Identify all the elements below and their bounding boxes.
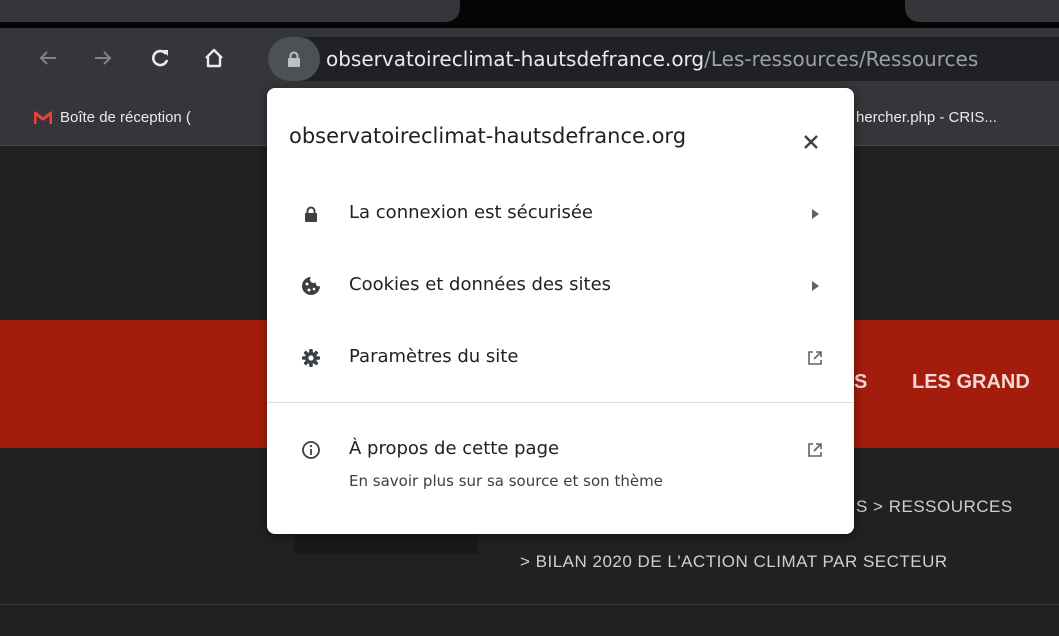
tab[interactable] (0, 0, 460, 22)
url-path: /Les-ressources/Ressources (704, 47, 979, 71)
external-link-icon (805, 440, 825, 460)
item-label: La connexion est sécurisée (349, 202, 593, 223)
nav-item-partial[interactable]: S (854, 371, 867, 394)
popup-divider (267, 402, 854, 403)
external-link-icon (805, 348, 825, 368)
reload-icon (152, 49, 169, 67)
arrow-right-icon (805, 204, 825, 224)
item-sublabel: En savoir plus sur sa source et son thèm… (349, 472, 663, 490)
cookie-icon (301, 276, 321, 296)
arrow-right-icon (805, 276, 825, 296)
item-label: Paramètres du site (349, 346, 519, 367)
bookmark-inbox[interactable]: Boîte de réception ( (33, 90, 191, 145)
close-button[interactable] (795, 126, 827, 158)
lock-icon (301, 204, 321, 224)
divider (0, 604, 1059, 605)
breadcrumb[interactable]: S > RESSOURCES (856, 497, 1013, 517)
site-info-popup: observatoireclimat-hautsdefrance.org La … (267, 88, 854, 534)
tab-strip (0, 0, 1059, 28)
breadcrumb-current: > BILAN 2020 DE L'ACTION CLIMAT PAR SECT… (520, 552, 948, 571)
item-label: Cookies et données des sites (349, 274, 612, 295)
close-icon (804, 135, 818, 149)
site-info-button[interactable] (268, 37, 320, 81)
tab[interactable] (905, 0, 1059, 22)
bookmark-label: hercher.php - CRIS... (856, 109, 997, 126)
address-bar[interactable]: observatoireclimat-hautsdefrance.org/Les… (268, 37, 1059, 81)
cookies-item[interactable]: Cookies et données des sites (267, 256, 854, 316)
home-icon (205, 48, 223, 68)
lock-icon (288, 51, 300, 67)
url-host: observatoireclimat-hautsdefrance.org (326, 47, 705, 71)
back-button[interactable] (30, 40, 66, 76)
forward-button[interactable] (85, 40, 121, 76)
home-button[interactable] (196, 40, 232, 76)
about-page-item[interactable]: À propos de cette page En savoir plus su… (267, 420, 854, 510)
connection-secure-item[interactable]: La connexion est sécurisée (267, 184, 854, 244)
popup-title: observatoireclimat-hautsdefrance.org (289, 124, 687, 148)
site-settings-item[interactable]: Paramètres du site (267, 328, 854, 388)
back-arrow-icon (39, 51, 56, 65)
bookmark-label: Boîte de réception ( (60, 109, 191, 126)
nav-item-les-grand[interactable]: LES GRAND (912, 371, 1030, 394)
bookmark-cris[interactable]: hercher.php - CRIS... (856, 90, 997, 145)
forward-arrow-icon (95, 51, 112, 65)
info-icon (301, 440, 321, 460)
browser-toolbar: observatoireclimat-hautsdefrance.org/Les… (0, 28, 1059, 90)
gear-icon (301, 348, 321, 368)
gmail-icon (33, 111, 53, 125)
reload-button[interactable] (142, 40, 178, 76)
item-label: À propos de cette page (349, 438, 560, 459)
url-text[interactable]: observatoireclimat-hautsdefrance.org/Les… (326, 37, 978, 81)
